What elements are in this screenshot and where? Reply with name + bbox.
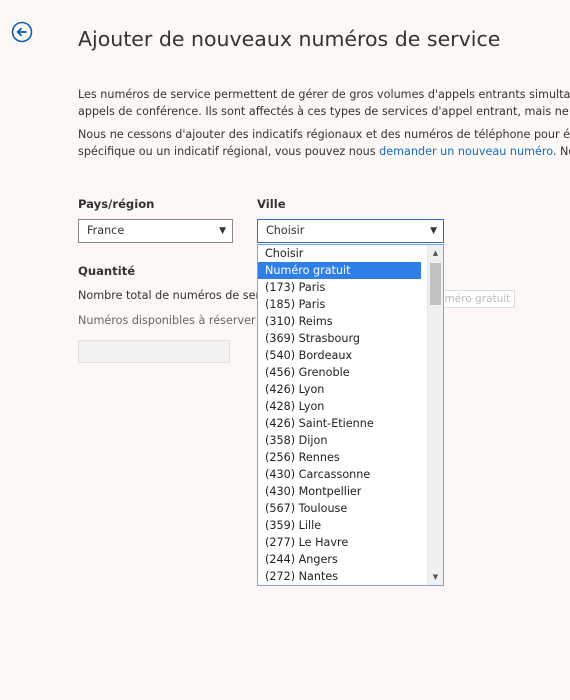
scroll-up-icon[interactable]: ▲ (428, 245, 443, 261)
scroll-down-icon[interactable]: ▼ (428, 569, 443, 585)
description: Les numéros de service permettent de gér… (78, 86, 570, 166)
city-option[interactable]: (369) Strasbourg (258, 330, 421, 347)
description-text: . Nous v (552, 145, 570, 158)
city-option[interactable]: Numéro gratuit (258, 262, 421, 279)
city-option[interactable]: (426) Saint-Etienne (258, 415, 421, 432)
dropdown-scrollbar[interactable]: ▲ ▼ (427, 245, 443, 585)
city-options: Choisir Numéro gratuit (173) Paris (185) Pa… (258, 245, 443, 585)
city-option[interactable]: Choisir (258, 245, 421, 262)
city-option[interactable]: (277) Le Havre (258, 534, 421, 551)
description-line: Nous ne cessons d'ajouter des indicatifs… (78, 128, 570, 141)
city-option[interactable]: (358) Dijon (258, 432, 421, 449)
city-option[interactable]: (359) Lille (258, 517, 421, 534)
city-option[interactable]: (540) Bordeaux (258, 347, 421, 364)
city-option[interactable]: (272) Nantes (258, 568, 421, 585)
total-numbers-label: Nombre total de numéros de serv (78, 289, 267, 302)
chevron-down-icon: ▼ (430, 226, 437, 236)
city-option[interactable]: (567) Toulouse (258, 500, 421, 517)
city-option[interactable]: (256) Rennes (258, 449, 421, 466)
description-text: spécifique ou un indicatif régional, vou… (78, 145, 380, 158)
city-option[interactable]: (173) Paris (258, 279, 421, 296)
city-label: Ville (257, 197, 286, 211)
city-option[interactable]: (430) Montpellier (258, 483, 421, 500)
city-select[interactable]: Choisir ▼ (257, 219, 444, 243)
city-option[interactable]: (426) Lyon (258, 381, 421, 398)
city-option[interactable]: (456) Grenoble (258, 364, 421, 381)
city-option[interactable]: (430) Carcassonne (258, 466, 421, 483)
page-title: Ajouter de nouveaux numéros de service (78, 27, 501, 51)
quantity-label: Quantité (78, 264, 136, 278)
city-option[interactable]: (244) Angers (258, 551, 421, 568)
quantity-input[interactable] (78, 340, 230, 363)
country-label: Pays/région (78, 197, 155, 211)
back-button[interactable] (11, 21, 33, 43)
chevron-down-icon: ▼ (219, 226, 226, 236)
country-select[interactable]: France ▼ (78, 219, 233, 243)
description-paragraph-2: Nous ne cessons d'ajouter des indicatifs… (78, 126, 570, 160)
description-paragraph-1: Les numéros de service permettent de gér… (78, 86, 570, 120)
city-option[interactable]: (185) Paris (258, 296, 421, 313)
available-numbers-label: Numéros disponibles à réserver m (78, 314, 271, 327)
scrollbar-thumb[interactable] (430, 263, 441, 305)
description-line: appels de conférence. Ils sont affectés … (78, 105, 570, 118)
country-select-value: France (87, 224, 125, 237)
city-option[interactable]: (428) Lyon (258, 398, 421, 415)
city-select-value: Choisir (266, 224, 305, 237)
back-arrow-icon (11, 21, 33, 43)
description-line: Les numéros de service permettent de gér… (78, 88, 570, 101)
request-new-number-link[interactable]: demander un nouveau numéro (379, 145, 553, 158)
city-option[interactable]: (310) Reims (258, 313, 421, 330)
city-dropdown-list[interactable]: Choisir Numéro gratuit (173) Paris (185) Pa… (257, 244, 444, 586)
